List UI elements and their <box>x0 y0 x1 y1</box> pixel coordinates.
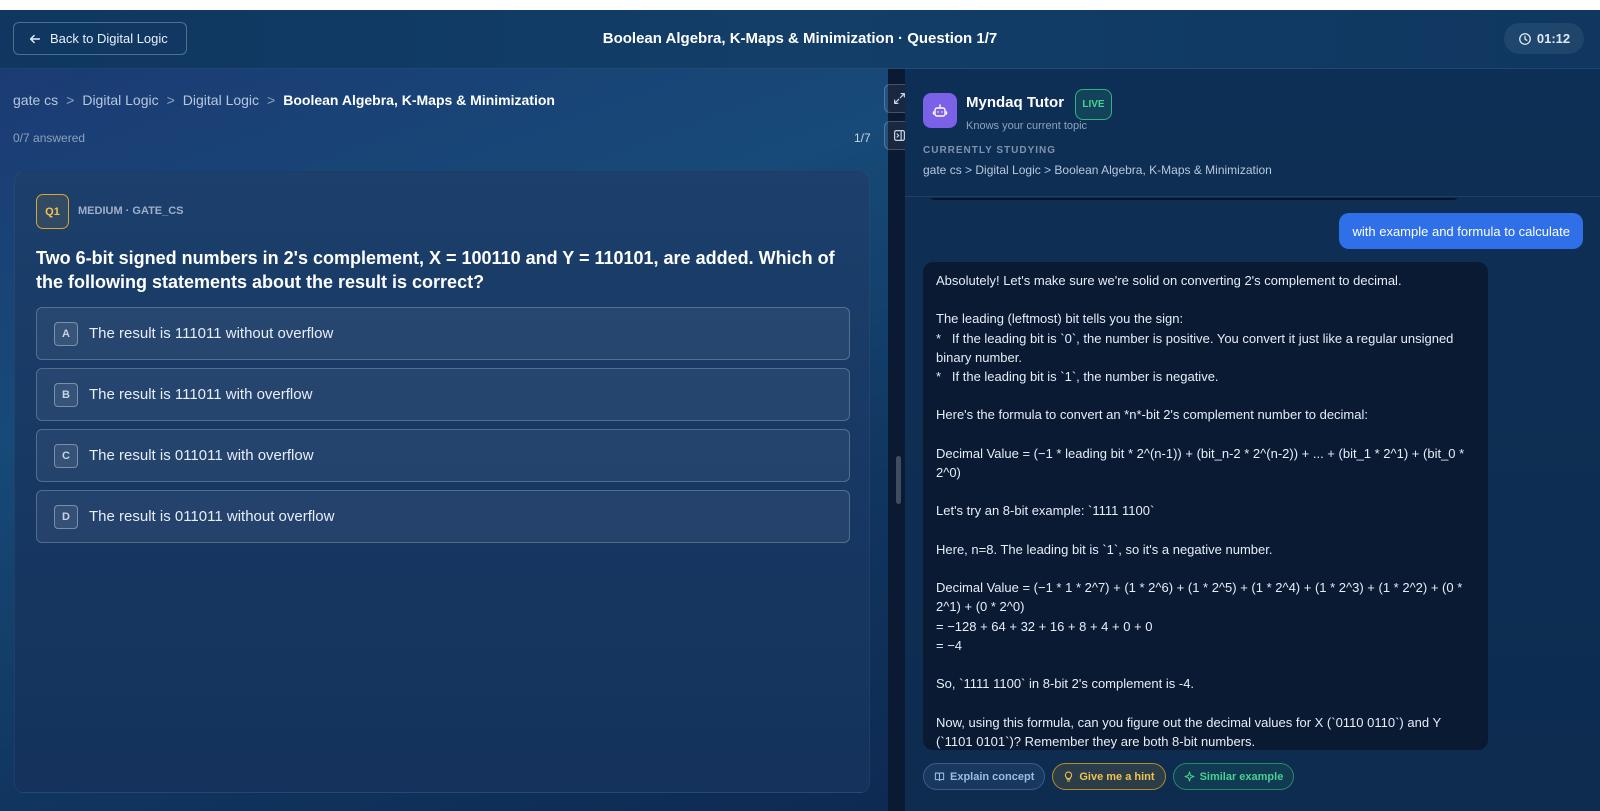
tutor-message-line: Here, n=8. The leading bit is `1`, so it… <box>936 541 1273 557</box>
option-text: The result is 011011 with overflow <box>89 447 314 464</box>
top-strip <box>0 0 1600 10</box>
option-b[interactable]: B The result is 111011 with overflow <box>36 368 850 421</box>
sparkle-icon <box>1184 771 1195 782</box>
tutor-message-line <box>936 521 1475 540</box>
tutor-subtitle: Knows your current topic <box>966 120 1088 132</box>
sidebar-toggle-icon <box>893 130 905 141</box>
question-number-badge: Q1 <box>36 194 69 229</box>
similar-example-label: Similar example <box>1199 770 1284 783</box>
tutor-message-line: = −4 <box>936 637 963 653</box>
breadcrumb-current: Boolean Algebra, K-Maps & Minimization <box>283 92 555 108</box>
quick-actions: Explain concept Give me a hint Similar e… <box>923 763 1295 790</box>
option-letter: B <box>54 382 78 407</box>
book-icon <box>934 772 945 782</box>
question-panel: gate cs > Digital Logic > Digital Logic … <box>0 69 888 811</box>
tutor-name: Myndaq Tutor <box>966 94 1065 111</box>
tutor-message-line <box>936 693 1475 712</box>
user-message: with example and formula to calculate <box>1339 213 1583 249</box>
tutor-message-line: Decimal Value = (−1 * 1 * 2^7) + (1 * 2^… <box>936 580 1466 615</box>
breadcrumb-item-gate-cs[interactable]: gate cs <box>13 92 58 108</box>
breadcrumb-item-digital-logic-sub[interactable]: Digital Logic <box>183 92 259 108</box>
answered-count: 0/7 answered <box>13 131 86 145</box>
hint-label: Give me a hint <box>1079 770 1155 783</box>
tutor-header: Myndaq Tutor LIVE Knows your current top… <box>905 69 1600 197</box>
tutor-message-line <box>936 290 1475 309</box>
tutor-message-line <box>936 655 1475 674</box>
explain-concept-button[interactable]: Explain concept <box>923 763 1046 790</box>
tutor-message-line: * If the leading bit is `0`, the number … <box>936 330 1458 365</box>
option-letter: D <box>54 504 78 529</box>
question-text: Two 6-bit signed numbers in 2's compleme… <box>36 248 835 292</box>
live-badge: LIVE <box>1075 89 1112 120</box>
option-letter: C <box>54 443 78 468</box>
breadcrumb: gate cs > Digital Logic > Digital Logic … <box>13 92 555 108</box>
option-d[interactable]: D The result is 011011 without overflow <box>36 490 850 543</box>
breadcrumb-separator: > <box>66 92 75 108</box>
timer-value: 01:12 <box>1536 31 1571 46</box>
lightbulb-icon <box>1065 771 1073 782</box>
clock-icon <box>1518 32 1531 45</box>
tutor-message-line: The leading (leftmost) bit tells you the… <box>936 311 1184 327</box>
page-title: Boolean Algebra, K-Maps & Minimization ·… <box>602 30 998 47</box>
breadcrumb-separator: > <box>267 92 276 108</box>
question-counter: 1/7 <box>854 131 871 145</box>
tutor-message-line: * If the leading bit is `1`, the number … <box>936 369 1219 384</box>
tutor-panel: Myndaq Tutor LIVE Knows your current top… <box>905 69 1600 811</box>
question-card: Q1 MEDIUM · GATE_CS Two 6-bit signed num… <box>14 171 870 793</box>
tutor-message-line: Let's try an 8-bit example: `1111 1100` <box>936 503 1155 519</box>
currently-studying-path: gate cs > Digital Logic > Boolean Algebr… <box>923 163 1272 177</box>
hint-button[interactable]: Give me a hint <box>1052 763 1166 790</box>
tutor-message-line: Decimal Value = (−1 * leading bit * 2^(n… <box>936 445 1468 480</box>
option-letter: A <box>54 321 78 346</box>
currently-studying-label: CURRENTLY STUDYING <box>923 145 1057 156</box>
expand-icon <box>893 93 905 104</box>
question-meta: MEDIUM · GATE_CS <box>78 205 184 217</box>
option-text: The result is 111011 without overflow <box>89 325 334 342</box>
similar-example-button[interactable]: Similar example <box>1172 763 1295 790</box>
option-c[interactable]: C The result is 011011 with overflow <box>36 429 850 482</box>
tutor-message-line: Here's the formula to convert an *n*-bit… <box>936 407 1368 423</box>
breadcrumb-item-digital-logic[interactable]: Digital Logic <box>82 92 158 108</box>
tutor-message: Absolutely! Let's make sure we're solid … <box>923 262 1488 750</box>
explain-concept-label: Explain concept <box>950 770 1035 783</box>
tutor-message-line <box>936 425 1475 444</box>
timer: 01:12 <box>1504 23 1584 54</box>
robot-icon <box>923 93 957 128</box>
option-a[interactable]: A The result is 111011 without overflow <box>36 307 850 360</box>
chat-thread[interactable]: with example and formula to calculate Ab… <box>905 198 1600 811</box>
tutor-message-line <box>936 559 1475 578</box>
option-text: The result is 011011 without overflow <box>89 508 335 525</box>
resize-handle[interactable] <box>896 456 901 504</box>
tutor-message-line: So, `1111 1100` in 8-bit 2's complement … <box>936 676 1195 692</box>
tutor-message-line <box>936 386 1475 405</box>
tutor-message-line: = −128 + 64 + 32 + 16 + 8 + 4 + 0 + 0 <box>936 618 1153 634</box>
breadcrumb-separator: > <box>166 92 175 108</box>
option-text: The result is 111011 with overflow <box>89 386 313 403</box>
tutor-message-line: Absolutely! Let's make sure we're solid … <box>936 273 1402 288</box>
header-bar: Back to Digital Logic Boolean Algebra, K… <box>0 10 1600 69</box>
previous-message-edge <box>929 198 1459 200</box>
tutor-message-line: Now, using this formula, can you figure … <box>936 714 1445 749</box>
tutor-message-line <box>936 482 1475 501</box>
